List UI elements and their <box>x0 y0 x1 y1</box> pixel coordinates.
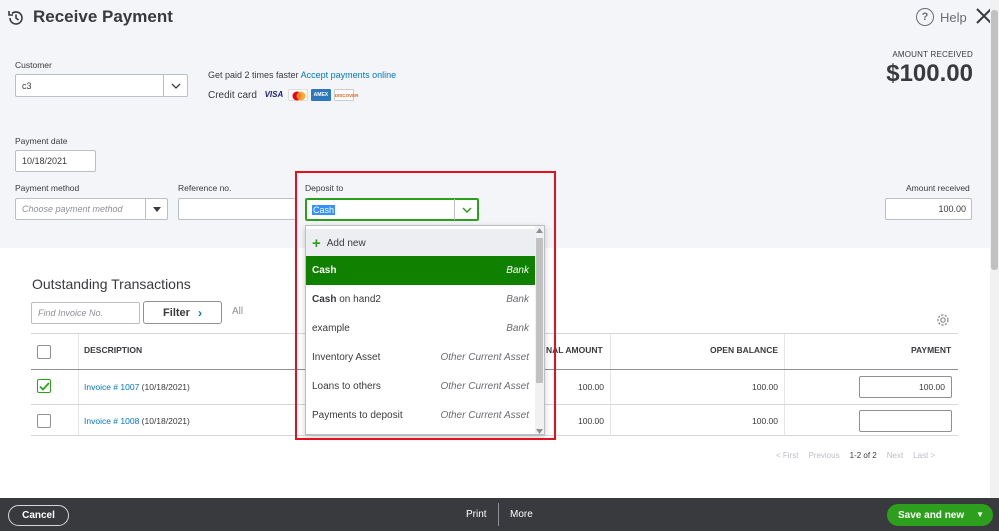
chevron-right-icon: › <box>197 305 202 320</box>
outstanding-title: Outstanding Transactions <box>32 276 191 292</box>
payment-date-field[interactable]: 10/18/2021 <box>15 150 96 172</box>
chevron-down-icon[interactable] <box>454 199 478 220</box>
cancel-button[interactable]: Cancel <box>8 505 69 526</box>
row-checkbox[interactable] <box>37 379 51 393</box>
invoice-link[interactable]: Invoice # 1008 <box>84 416 139 426</box>
customer-select[interactable]: c3 <box>15 74 188 97</box>
col-open-balance: OPEN BALANCE <box>710 345 779 355</box>
select-all-checkbox[interactable] <box>37 345 51 359</box>
credit-card-label: Credit card <box>208 89 257 101</box>
reference-label: Reference no. <box>178 183 232 193</box>
pager-first[interactable]: < First <box>776 451 798 460</box>
caret-down-icon[interactable]: ▼ <box>976 510 984 519</box>
amount-received-label: AMOUNT RECEIVED <box>892 50 973 59</box>
mastercard-logo <box>287 89 308 101</box>
deposit-to-dropdown: + Add new Cash Bank Cash on hand2 Bank e… <box>305 225 545 435</box>
amount-received-field-label: Amount received <box>906 183 970 193</box>
pager-current: 1-2 of 2 <box>849 451 877 460</box>
page-scrollbar[interactable] <box>990 0 999 498</box>
pager-next[interactable]: Next <box>887 451 903 460</box>
dropdown-option-cash[interactable]: Cash Bank <box>306 256 536 285</box>
col-description: DESCRIPTION <box>84 345 143 355</box>
visa-logo: VISA <box>264 90 284 99</box>
payment-method-label: Payment method <box>15 183 80 193</box>
invoice-link[interactable]: Invoice # 1007 <box>84 382 139 392</box>
pager-previous[interactable]: Previous <box>808 451 839 460</box>
payment-date-label: Payment date <box>15 136 68 146</box>
deposit-to-value: Cash <box>312 204 336 215</box>
add-new-option[interactable]: + Add new <box>306 229 536 257</box>
row-checkbox[interactable] <box>37 414 51 428</box>
invoice-search-input[interactable]: Find Invoice No. <box>31 302 140 324</box>
row-original-amount: 100.00 <box>578 382 604 392</box>
plus-icon: + <box>312 234 321 252</box>
col-original-amount: NAL AMOUNT <box>546 345 603 355</box>
help-button[interactable]: ? Help <box>916 8 967 26</box>
payment-method-placeholder: Choose payment method <box>22 204 123 214</box>
dropdown-option-cash-on-hand2[interactable]: Cash on hand2 Bank <box>306 285 536 314</box>
credit-card-row: Credit card VISA AMEX DISCOVER <box>208 89 358 101</box>
recent-transactions-icon[interactable] <box>6 8 26 28</box>
row-description: Invoice # 1008 (10/18/2021) <box>84 416 190 426</box>
more-button[interactable]: More <box>510 509 533 520</box>
page-scroll-thumb[interactable] <box>991 10 998 270</box>
row-open-balance: 100.00 <box>752 416 778 426</box>
footer-divider <box>498 503 499 526</box>
scroll-up-icon[interactable] <box>536 228 543 233</box>
amex-logo: AMEX <box>310 89 331 101</box>
filter-all-label: All <box>232 306 244 317</box>
deposit-to-label: Deposit to <box>305 183 344 193</box>
help-label: Help <box>940 9 967 25</box>
amount-received-input[interactable]: 100.00 <box>885 198 972 220</box>
dropdown-option-loans-to-others[interactable]: Loans to others Other Current Asset <box>306 372 536 401</box>
gear-icon[interactable] <box>935 312 951 328</box>
dropdown-scroll-thumb[interactable] <box>536 238 543 383</box>
row-original-amount: 100.00 <box>578 416 604 426</box>
footer-bar: Cancel Print More Save and new ▼ <box>0 498 999 531</box>
page-title: Receive Payment <box>33 7 173 26</box>
pager-last[interactable]: Last > <box>913 451 935 460</box>
amount-received-total: $100.00 <box>886 60 973 87</box>
dropdown-scrollbar[interactable] <box>535 226 544 434</box>
customer-label: Customer <box>15 60 52 70</box>
filter-button[interactable]: Filter › <box>143 301 222 324</box>
pagination: < First Previous 1-2 of 2 Next Last > <box>776 451 935 460</box>
dropdown-option-inventory-asset[interactable]: Inventory Asset Other Current Asset <box>306 343 536 372</box>
chevron-down-icon[interactable] <box>163 75 187 96</box>
col-payment: PAYMENT <box>911 345 952 355</box>
dropdown-option-payments-to-deposit[interactable]: Payments to deposit Other Current Asset <box>306 401 536 430</box>
row-description: Invoice # 1007 (10/18/2021) <box>84 382 190 392</box>
row-payment-input[interactable] <box>859 410 952 432</box>
print-button[interactable]: Print <box>466 509 487 520</box>
dropdown-option-example[interactable]: example Bank <box>306 314 536 343</box>
customer-value: c3 <box>22 80 32 91</box>
row-payment-input[interactable]: 100.00 <box>859 376 952 398</box>
row-open-balance: 100.00 <box>752 382 778 392</box>
payment-method-select[interactable]: Choose payment method <box>15 198 168 220</box>
save-and-new-button[interactable]: Save and new ▼ <box>887 504 993 526</box>
caret-down-icon[interactable] <box>145 199 167 219</box>
accept-payments-link[interactable]: Accept payments online <box>301 70 397 80</box>
promo-text: Get paid 2 times faster Accept payments … <box>208 70 397 80</box>
scroll-down-icon[interactable] <box>536 429 543 434</box>
help-icon: ? <box>916 8 934 26</box>
reference-input[interactable] <box>178 198 296 220</box>
deposit-to-select[interactable]: Cash <box>305 198 479 221</box>
discover-logo: DISCOVER <box>333 89 358 101</box>
